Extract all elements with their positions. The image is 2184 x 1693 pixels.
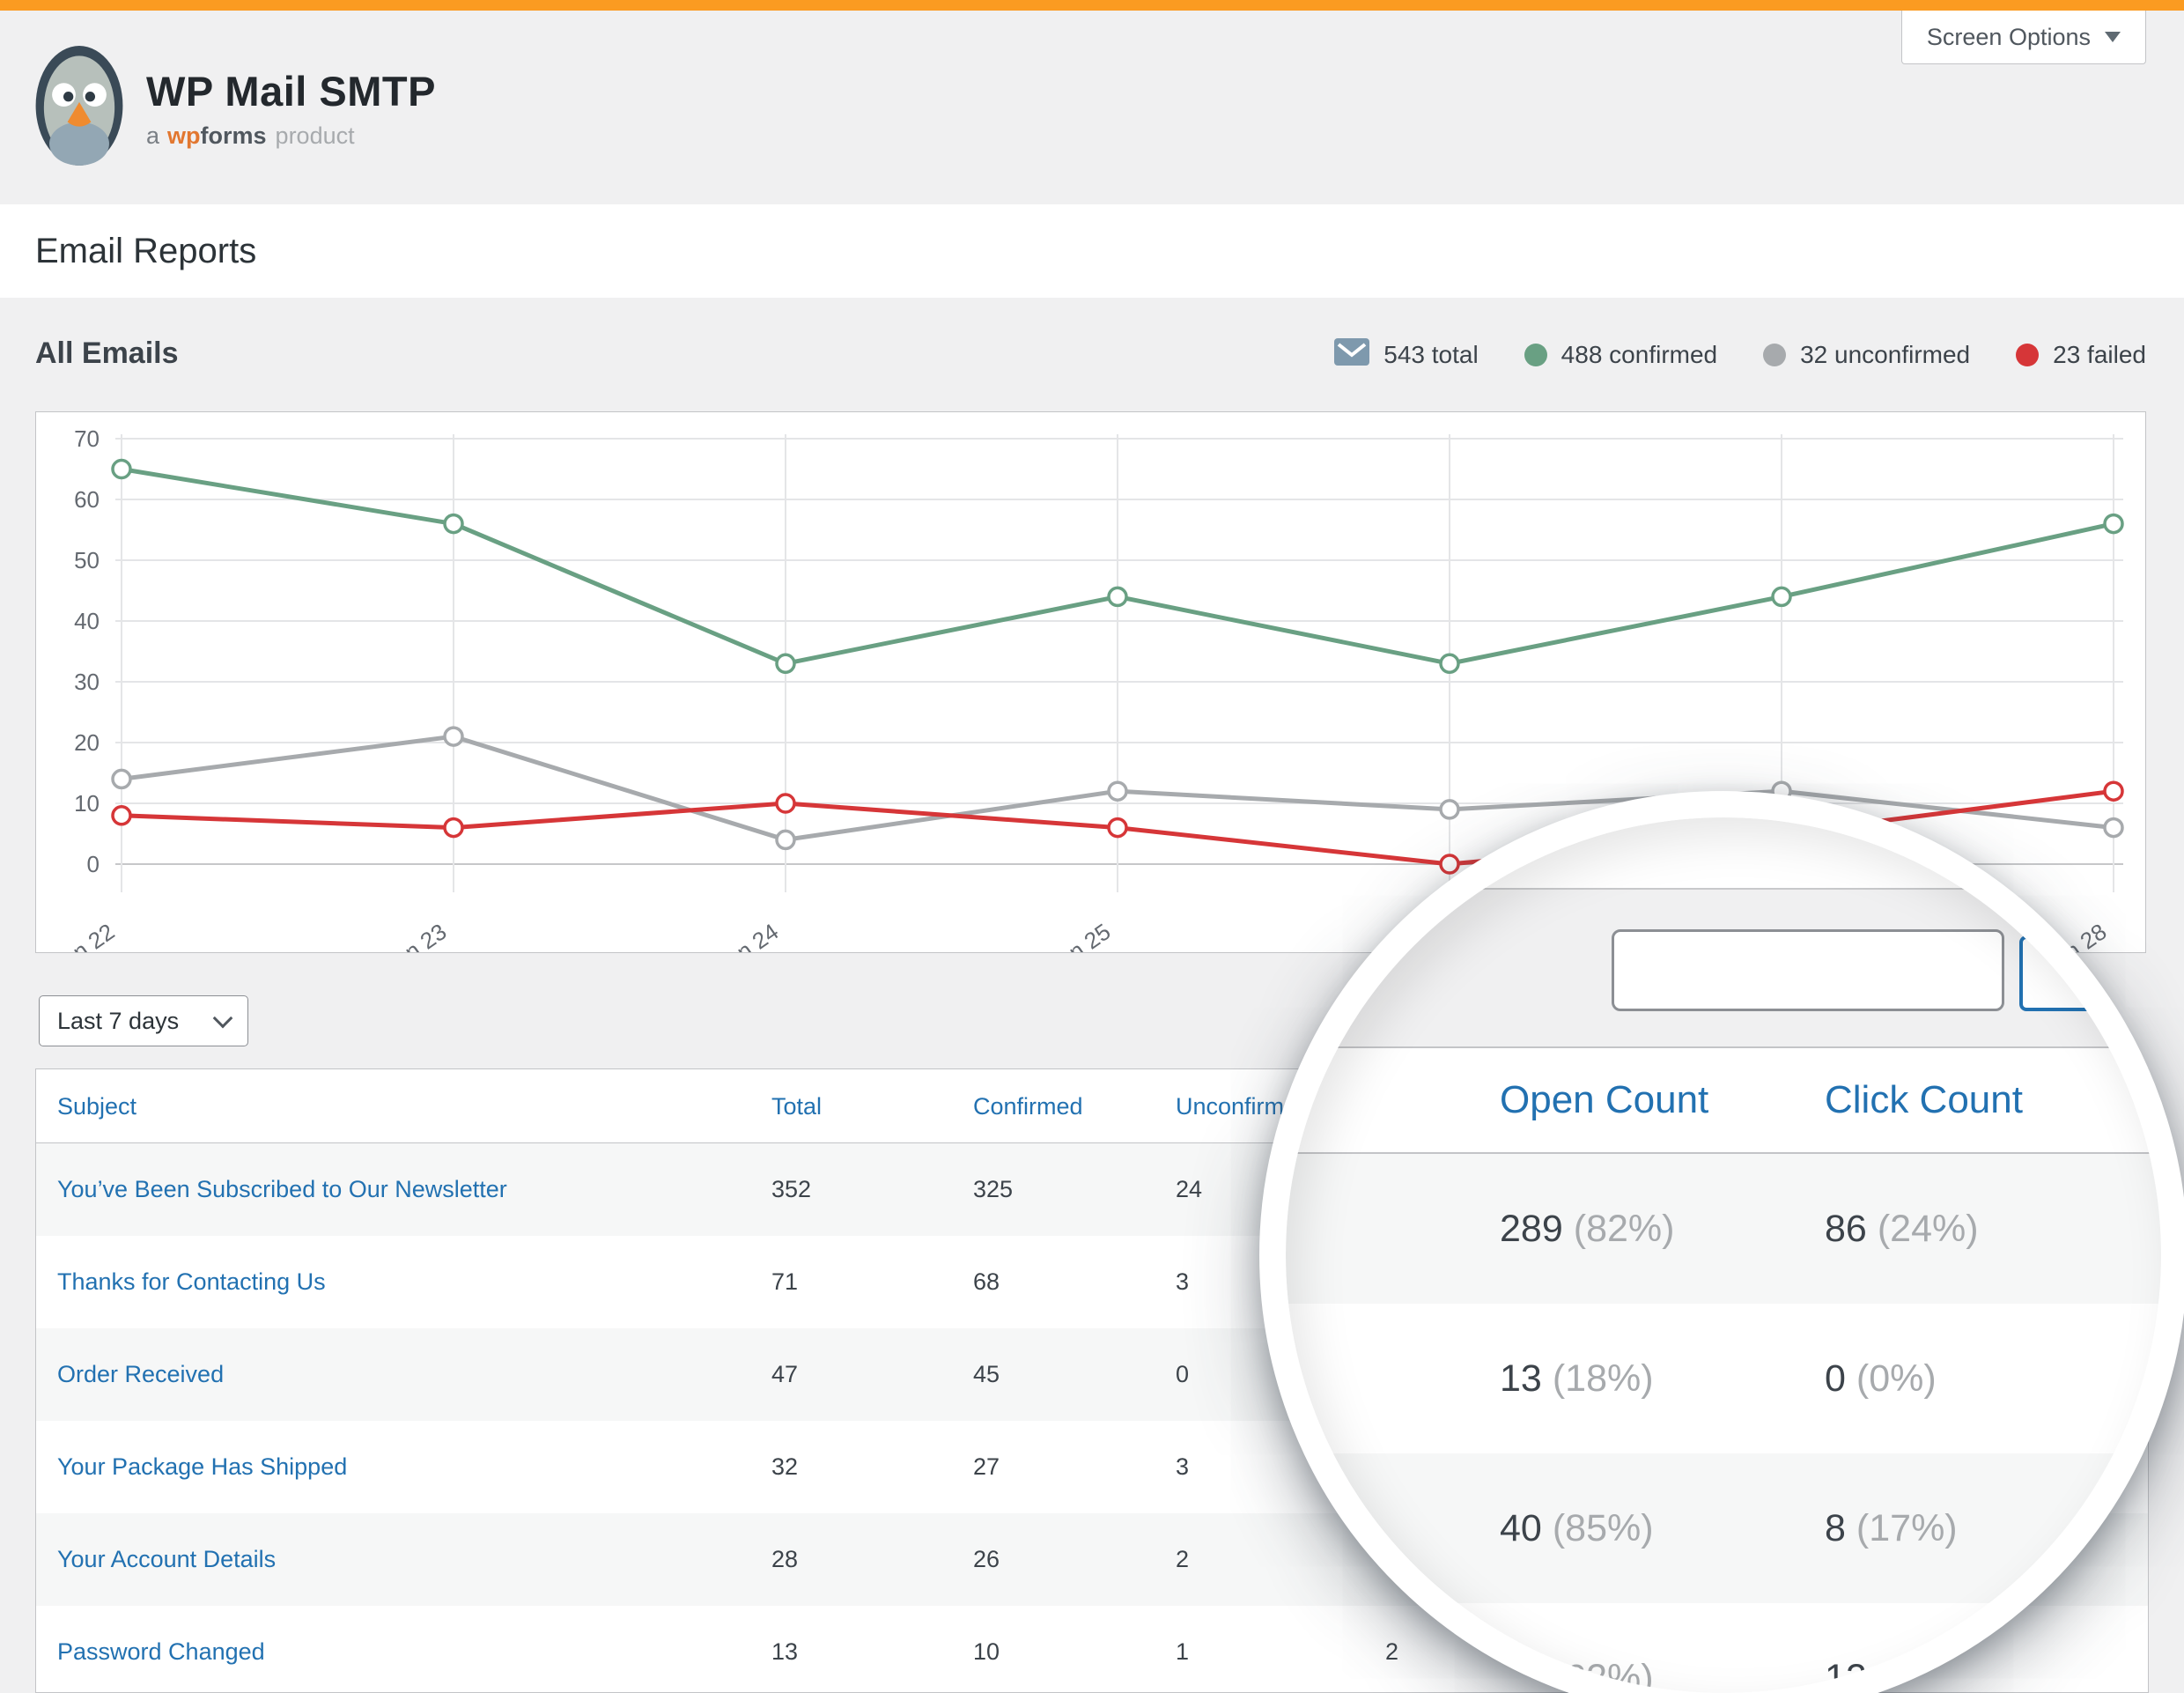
subject-link[interactable]: Thanks for Contacting Us [57, 1236, 326, 1328]
svg-text:Jan 24: Jan 24 [712, 918, 783, 952]
section-title-all-emails: All Emails [35, 336, 179, 371]
total-cell: 28 [771, 1513, 798, 1606]
search-input[interactable] [1612, 929, 2004, 1011]
total-cell: 47 [771, 1328, 798, 1421]
svg-text:40: 40 [74, 608, 100, 634]
screen-options-label: Screen Options [1927, 24, 2091, 51]
chevron-down-icon [213, 1009, 233, 1029]
unconfirmed-cell: 3 [1176, 1236, 1189, 1328]
click-count-cell: 0 (0%) [1825, 1304, 1937, 1453]
confirmed-cell: 68 [973, 1236, 1000, 1328]
column-header-click-count[interactable]: Click Count [1825, 1048, 2023, 1152]
failed-dot-icon [2016, 344, 2039, 366]
subject-link[interactable]: Password Changed [57, 1606, 265, 1693]
open-count-cell: 13 (18%) [1500, 1304, 1654, 1453]
confirmed-dot-icon [1524, 344, 1547, 366]
svg-text:50: 50 [74, 547, 100, 573]
confirmed-cell: 325 [973, 1143, 1013, 1236]
svg-text:30: 30 [74, 669, 100, 695]
svg-text:60: 60 [74, 486, 100, 513]
column-header-subject[interactable]: Subject [57, 1069, 136, 1143]
magnifier-content: Open Count Click Count 289 (82%) 86 (24%… [1286, 817, 2161, 1693]
confirmed-cell: 26 [973, 1513, 1000, 1606]
click-count-cell: 86 (24%) [1825, 1154, 1979, 1304]
page-title: Email Reports [35, 232, 256, 271]
column-header-total[interactable]: Total [771, 1069, 822, 1143]
legend-item-confirmed: 488 confirmed [1524, 341, 1717, 369]
confirmed-cell: 10 [973, 1606, 1000, 1693]
open-count-cell: 20 (62%) [1500, 1603, 1654, 1693]
legend-item-total: 543 total [1334, 338, 1478, 372]
confirmed-cell: 45 [973, 1328, 1000, 1421]
wp-mail-smtp-email-reports-page: Screen Options WP Mail SMTP a wp forms p… [0, 0, 2184, 1693]
subject-link[interactable]: You’ve Been Subscribed to Our Newsletter [57, 1143, 507, 1236]
date-range-value: Last 7 days [57, 1008, 179, 1035]
chevron-down-icon [2105, 32, 2121, 42]
subject-link[interactable]: Your Package Has Shipped [57, 1421, 347, 1513]
total-cell: 71 [771, 1236, 798, 1328]
unconfirmed-cell: 3 [1176, 1421, 1189, 1513]
unconfirmed-cell: 0 [1176, 1328, 1189, 1421]
subject-link[interactable]: Order Received [57, 1328, 224, 1421]
open-count-cell: 40 (85%) [1500, 1453, 1654, 1603]
brand-title: WP Mail SMTP [146, 67, 436, 115]
svg-text:0: 0 [87, 851, 100, 877]
pigeon-logo-icon [33, 44, 125, 172]
chart-legend: 543 total 488 confirmed 32 unconfirmed 2… [1334, 333, 2146, 377]
wpforms-wordmark: wp [167, 122, 201, 150]
magnified-table-row: 20 (62%) 12 (38%) [1286, 1603, 2161, 1693]
brand-subtitle: a wp forms product [146, 122, 436, 150]
unconfirmed-cell: 1 [1176, 1606, 1189, 1693]
top-orange-bar [0, 0, 2184, 11]
click-count-cell: 12 (38%) [1825, 1603, 1979, 1693]
svg-text:Jan 22: Jan 22 [48, 918, 119, 952]
legend-item-unconfirmed: 32 unconfirmed [1763, 341, 1970, 369]
svg-text:20: 20 [74, 729, 100, 756]
subject-link[interactable]: Your Account Details [57, 1513, 276, 1606]
unconfirmed-dot-icon [1763, 344, 1786, 366]
svg-text:Jan 23: Jan 23 [380, 918, 451, 952]
envelope-icon [1334, 338, 1369, 372]
column-header-confirmed[interactable]: Confirmed [973, 1069, 1083, 1143]
screen-options-button[interactable]: Screen Options [1901, 11, 2146, 64]
page-title-band: Email Reports [0, 204, 2184, 298]
open-count-cell: 289 (82%) [1500, 1154, 1674, 1304]
unconfirmed-cell: 2 [1176, 1513, 1189, 1606]
date-range-select[interactable]: Last 7 days [39, 995, 248, 1046]
total-cell: 32 [771, 1421, 798, 1513]
magnified-toolbar [1286, 888, 2161, 1048]
svg-text:70: 70 [74, 425, 100, 452]
magnified-table-row: 40 (85%) 8 (17%) [1286, 1453, 2161, 1603]
magnified-table-header: Open Count Click Count [1286, 1048, 2161, 1154]
svg-text:10: 10 [74, 790, 100, 817]
confirmed-cell: 27 [973, 1421, 1000, 1513]
magnifier-overlay: Open Count Click Count 289 (82%) 86 (24%… [1259, 791, 2184, 1693]
search-button[interactable] [2019, 935, 2161, 1011]
click-count-cell: 8 (17%) [1825, 1453, 1958, 1603]
brand-header: WP Mail SMTP a wp forms product [33, 44, 436, 172]
svg-text:Jan 25: Jan 25 [1044, 918, 1115, 952]
legend-item-failed: 23 failed [2016, 341, 2146, 369]
column-header-open-count[interactable]: Open Count [1500, 1048, 1708, 1152]
total-cell: 13 [771, 1606, 798, 1693]
magnified-table-row: 13 (18%) 0 (0%) [1286, 1304, 2161, 1453]
unconfirmed-cell: 24 [1176, 1143, 1202, 1236]
total-cell: 352 [771, 1143, 811, 1236]
magnified-table-row: 289 (82%) 86 (24%) [1286, 1154, 2161, 1304]
